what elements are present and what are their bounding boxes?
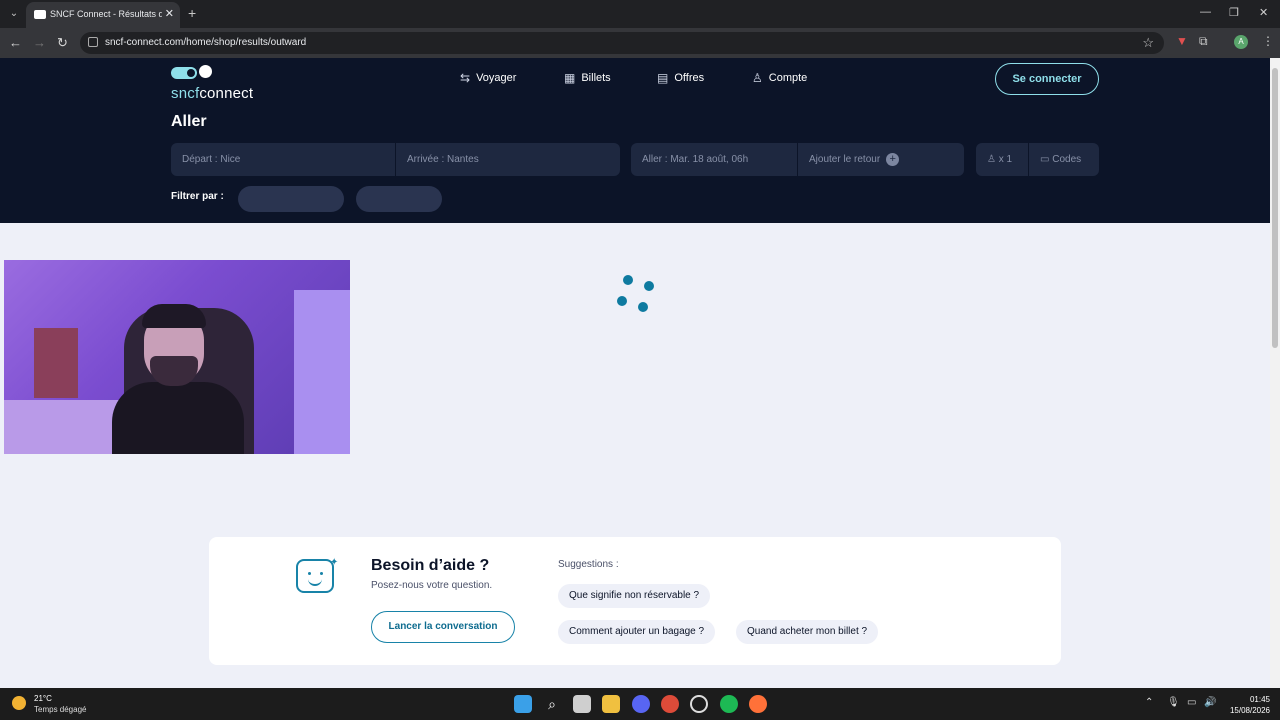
filter-pill-loading[interactable]	[238, 186, 344, 212]
weather-condition: Temps dégagé	[34, 705, 87, 714]
tray-overflow-icon[interactable]: ⌃	[1145, 697, 1153, 708]
restore-icon[interactable]: ❐	[1229, 6, 1239, 19]
url-text: sncf-connect.com/home/shop/results/outwa…	[105, 37, 307, 48]
spotify-icon[interactable]	[720, 695, 738, 713]
chrome-icon[interactable]	[661, 695, 679, 713]
new-tab-icon[interactable]: +	[188, 5, 196, 21]
help-card: ✦ Besoin d’aide ? Posez-nous votre quest…	[209, 537, 1061, 665]
reload-icon[interactable]: ↻	[57, 35, 68, 51]
browser-tab[interactable]: SNCF Connect - Résultats d'itin ✕	[26, 2, 180, 28]
back-arrow-icon[interactable]: ←	[9, 35, 22, 50]
address-bar[interactable]: sncf-connect.com/home/shop/results/outwa…	[80, 32, 1164, 54]
help-subtitle: Posez-nous votre question.	[371, 580, 493, 591]
page-viewport: sncfconnect ⇆ Voyager ▦ Billets ▤ Offres…	[0, 58, 1270, 688]
help-title: Besoin d’aide ?	[371, 557, 490, 574]
system-clock[interactable]: 01:45 15/08/2026	[1226, 694, 1270, 716]
user-icon: ♙	[987, 154, 999, 165]
microphone-icon[interactable]: 🎙	[1167, 697, 1180, 708]
chat-smiley-icon	[296, 559, 334, 593]
windows-start-icon[interactable]	[514, 695, 532, 713]
browser-menu-icon[interactable]: ⋮	[1262, 34, 1274, 48]
route-icon: ⇆	[460, 71, 471, 85]
file-explorer-icon[interactable]	[602, 695, 620, 713]
temperature: 21°C	[34, 694, 52, 703]
tab-search-icon[interactable]: ⌄	[6, 6, 22, 22]
minimize-icon[interactable]: —	[1200, 6, 1211, 18]
page-title: Aller	[171, 113, 207, 130]
nav-voyager[interactable]: ⇆ Voyager	[460, 71, 516, 85]
site-info-icon[interactable]	[88, 37, 98, 47]
user-icon: ♙	[752, 71, 763, 85]
suggestions-label: Suggestions :	[558, 559, 619, 570]
extensions-puzzle-icon[interactable]: ⧉	[1199, 34, 1208, 49]
card-icon: ▭	[1040, 154, 1053, 165]
extension-icon[interactable]: ▼	[1176, 34, 1188, 48]
suggestion-chip[interactable]: Comment ajouter un bagage ?	[558, 620, 716, 644]
nav-billets[interactable]: ▦ Billets	[564, 71, 611, 85]
login-button[interactable]: Se connecter	[995, 63, 1099, 95]
page-scrollbar[interactable]	[1270, 58, 1280, 688]
plus-icon: +	[886, 152, 900, 166]
book-icon: ▤	[657, 71, 669, 85]
close-window-icon[interactable]: ✕	[1259, 6, 1268, 19]
network-icon[interactable]: ▭	[1187, 697, 1196, 708]
start-chat-button[interactable]: Lancer la conversation	[371, 611, 515, 643]
scrollbar-thumb[interactable]	[1272, 68, 1278, 348]
browser-tab-bar: ⌄ SNCF Connect - Résultats d'itin ✕ + — …	[0, 0, 1280, 28]
profile-avatar[interactable]: A	[1234, 35, 1248, 49]
suggestion-chip[interactable]: Quand acheter mon billet ?	[736, 620, 879, 644]
tab-title: SNCF Connect - Résultats d'itin	[50, 9, 162, 19]
windows-taskbar: 21°C Temps dégagé ⌕ ⌃ 🎙 ▭ 🔊 01:45 15/08/…	[0, 688, 1280, 720]
forward-arrow-icon[interactable]: →	[33, 35, 46, 50]
nav-offres[interactable]: ▤ Offres	[657, 71, 704, 85]
suggestion-chip[interactable]: Que signifie non réservable ?	[558, 584, 711, 608]
sncf-favicon-icon	[34, 10, 46, 19]
discord-icon[interactable]	[632, 695, 650, 713]
obs-icon[interactable]	[690, 695, 708, 713]
sparkle-icon: ✦	[330, 557, 339, 568]
search-header: sncfconnect ⇆ Voyager ▦ Billets ▤ Offres…	[0, 58, 1270, 223]
webcam-overlay	[4, 260, 350, 454]
codes-field[interactable]: ▭ Codes	[1029, 143, 1099, 176]
moon-weather-icon[interactable]	[12, 696, 26, 710]
task-view-icon[interactable]	[573, 695, 591, 713]
close-tab-icon[interactable]: ✕	[165, 7, 174, 20]
search-icon[interactable]: ⌕	[543, 695, 561, 713]
bookmark-star-icon[interactable]: ☆	[1142, 35, 1154, 51]
browser-toolbar: ← → ↻ sncf-connect.com/home/shop/results…	[0, 28, 1280, 58]
departure-field[interactable]: Départ : Nice	[171, 143, 395, 176]
filter-label: Filtrer par :	[171, 191, 224, 202]
add-return-field[interactable]: Ajouter le retour +	[798, 143, 964, 176]
passengers-field[interactable]: ♙ x 1	[976, 143, 1028, 176]
sncf-connect-logo[interactable]: sncfconnect	[171, 65, 253, 102]
firefox-icon[interactable]	[749, 695, 767, 713]
outward-date-field[interactable]: Aller : Mar. 18 août, 06h	[631, 143, 797, 176]
volume-icon[interactable]: 🔊	[1204, 697, 1216, 708]
nav-compte[interactable]: ♙ Compte	[752, 71, 807, 85]
filter-pill-loading[interactable]	[356, 186, 442, 212]
qr-code-icon: ▦	[564, 71, 576, 85]
arrival-field[interactable]: Arrivée : Nantes	[396, 143, 620, 176]
